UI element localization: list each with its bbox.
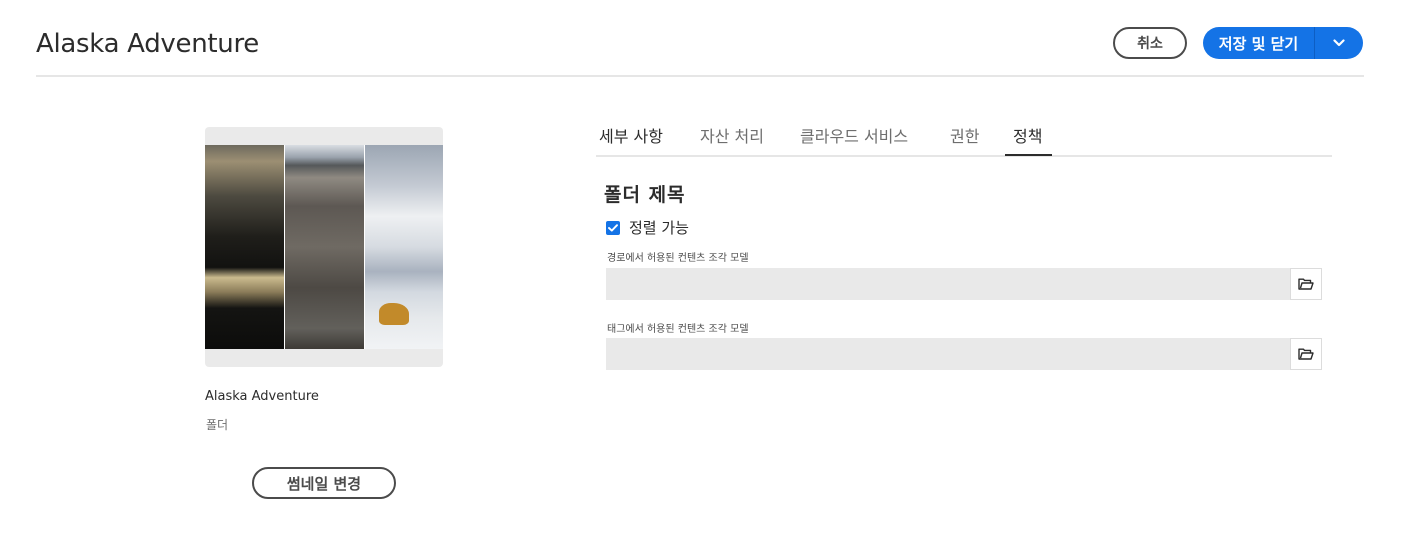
path-models-input[interactable] xyxy=(606,268,1290,300)
cancel-button[interactable]: 취소 xyxy=(1113,27,1187,59)
save-and-close-button-group: 저장 및 닫기 xyxy=(1203,27,1363,59)
asset-type: 폴더 xyxy=(206,418,229,432)
folder-icon xyxy=(1298,348,1314,360)
asset-name: Alaska Adventure xyxy=(205,389,319,404)
section-title: 폴더 제목 xyxy=(604,184,686,206)
tag-browse-button[interactable] xyxy=(1290,338,1322,370)
change-thumbnail-button[interactable]: 썸네일 변경 xyxy=(252,467,396,499)
active-tab-indicator xyxy=(1005,154,1052,156)
save-and-close-button[interactable]: 저장 및 닫기 xyxy=(1203,27,1315,59)
path-models-field xyxy=(606,268,1322,300)
checkmark-icon xyxy=(608,223,618,232)
folder-icon xyxy=(1298,278,1314,290)
tab-cloud-services[interactable]: 클라우드 서비스 xyxy=(800,123,908,147)
path-models-label: 경로에서 허용된 컨텐츠 조각 모델 xyxy=(607,253,749,264)
orderable-label: 정렬 가능 xyxy=(629,219,689,237)
save-options-dropdown-button[interactable] xyxy=(1315,27,1363,59)
orderable-checkbox[interactable] xyxy=(606,220,620,235)
tent-shape xyxy=(379,303,409,325)
tab-details[interactable]: 세부 사항 xyxy=(599,123,663,147)
thumbnail-card xyxy=(205,127,443,367)
tab-policies[interactable]: 정책 xyxy=(1013,123,1042,147)
tab-permissions[interactable]: 권한 xyxy=(950,123,979,147)
thumbnail-footprints-photo xyxy=(285,145,365,349)
tag-models-input[interactable] xyxy=(606,338,1290,370)
thumbnail-mountain-photo xyxy=(205,145,285,349)
properties-tabs: 세부 사항 자산 처리 클라우드 서비스 권한 정책 xyxy=(596,111,1332,157)
orderable-checkbox-row[interactable]: 정렬 가능 xyxy=(606,217,689,238)
tag-models-label: 태그에서 허용된 컨텐츠 조각 모델 xyxy=(607,324,749,335)
folder-thumbnail-image xyxy=(205,145,443,349)
path-browse-button[interactable] xyxy=(1290,268,1322,300)
tab-asset-processing[interactable]: 자산 처리 xyxy=(700,123,764,147)
tag-models-field xyxy=(606,338,1322,370)
page-title: Alaska Adventure xyxy=(36,29,259,59)
thumbnail-snow-tent-photo xyxy=(365,145,443,349)
header-bar: Alaska Adventure 취소 저장 및 닫기 xyxy=(36,0,1364,77)
chevron-down-icon xyxy=(1333,39,1345,47)
